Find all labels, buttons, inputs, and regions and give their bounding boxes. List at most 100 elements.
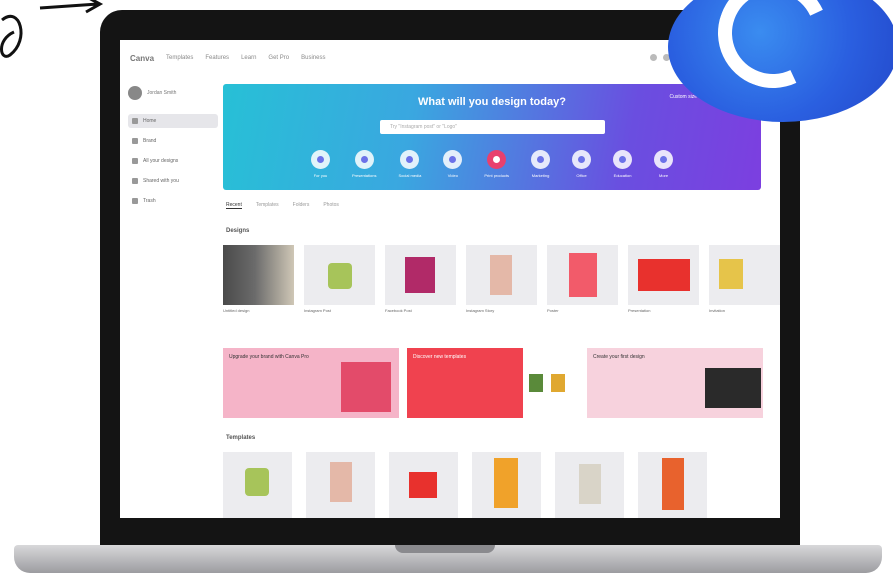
- design-caption: Facebook Post: [385, 308, 412, 313]
- heart-icon: [400, 150, 420, 169]
- design-card[interactable]: Instagram Post: [304, 245, 375, 313]
- sparkle-icon: [311, 150, 330, 169]
- promo-banner-text: Create your first design: [593, 354, 645, 360]
- tab-photos[interactable]: Photos: [323, 202, 339, 209]
- nav-item-learn[interactable]: Learn: [241, 55, 256, 61]
- design-thumbnail: [223, 245, 294, 305]
- folder-icon: [132, 158, 138, 164]
- sidebar-item-trash[interactable]: Trash: [128, 194, 218, 208]
- category-row: For you Presentations Social media Video…: [311, 150, 674, 178]
- avatar: [128, 86, 142, 100]
- book-icon: [613, 150, 633, 169]
- design-card[interactable]: Invitation: [709, 245, 780, 313]
- sidebar-item-shared[interactable]: Shared with you: [128, 174, 218, 188]
- design-card[interactable]: Untitled design: [223, 245, 294, 313]
- hand-drawn-arrow-icon: [0, 0, 104, 58]
- template-card[interactable]: [638, 452, 707, 518]
- tab-folders[interactable]: Folders: [293, 202, 310, 209]
- sidebar: Jordan Smith Home Brand All your designs…: [128, 86, 218, 286]
- promo-banners: Upgrade your brand with Canva Pro Discov…: [223, 348, 763, 418]
- app-logo[interactable]: Canva: [130, 54, 154, 63]
- people-icon: [132, 178, 138, 184]
- laptop-notch: [395, 545, 495, 553]
- category-print[interactable]: Print products: [484, 150, 509, 178]
- sidebar-item-label: Brand: [143, 138, 157, 144]
- template-card[interactable]: [389, 452, 458, 518]
- designs-row: Untitled design Instagram Post Facebook …: [223, 245, 780, 313]
- custom-size-link[interactable]: Custom size: [669, 94, 697, 100]
- category-label: Education: [613, 173, 632, 178]
- sidebar-item-label: Trash: [143, 198, 156, 204]
- nav-item-pro[interactable]: Get Pro: [268, 55, 289, 61]
- category-label: Video: [447, 173, 458, 178]
- sidebar-item-designs[interactable]: All your designs: [128, 154, 218, 168]
- content-tabs: Recent Templates Folders Photos: [226, 202, 339, 209]
- category-label: More: [659, 173, 669, 178]
- category-education[interactable]: Education: [613, 150, 633, 178]
- category-for-you[interactable]: For you: [311, 150, 330, 178]
- presentation-icon: [354, 150, 374, 169]
- nav-item-features[interactable]: Features: [205, 55, 229, 61]
- category-marketing[interactable]: Marketing: [531, 150, 551, 178]
- promo-banner[interactable]: Create your first design: [587, 348, 763, 418]
- sidebar-item-label: All your designs: [143, 158, 179, 164]
- design-card[interactable]: Presentation: [628, 245, 699, 313]
- category-label: Print products: [484, 173, 510, 178]
- hero-banner: What will you design today? Custom size …: [223, 84, 761, 190]
- brand-icon: [132, 138, 138, 144]
- template-card[interactable]: [555, 452, 624, 518]
- design-thumbnail: [709, 245, 780, 305]
- category-video[interactable]: Video: [443, 150, 463, 178]
- category-social-media[interactable]: Social media: [398, 150, 421, 178]
- design-thumbnail: [385, 245, 456, 305]
- design-card[interactable]: Facebook Post: [385, 245, 456, 313]
- design-thumbnail: [547, 245, 618, 305]
- sidebar-item-brand[interactable]: Brand: [128, 134, 218, 148]
- tab-recent[interactable]: Recent: [226, 202, 242, 209]
- promo-banner-text: Upgrade your brand with Canva Pro: [229, 354, 309, 360]
- sidebar-item-label: Home: [143, 118, 157, 124]
- template-card[interactable]: [472, 452, 541, 518]
- sidebar-item-home[interactable]: Home: [128, 114, 218, 128]
- design-caption: Instagram Post: [304, 308, 331, 313]
- design-caption: Presentation: [628, 308, 651, 313]
- tab-templates[interactable]: Templates: [256, 202, 279, 209]
- briefcase-icon: [572, 150, 592, 169]
- design-card[interactable]: Instagram Story: [466, 245, 537, 313]
- design-caption: Invitation: [709, 308, 726, 313]
- search-input[interactable]: Try "Instagram post" or "Logo": [380, 120, 605, 134]
- design-thumbnail: [466, 245, 537, 305]
- category-presentations[interactable]: Presentations: [352, 150, 376, 178]
- category-label: For you: [313, 173, 328, 178]
- design-thumbnail: [304, 245, 375, 305]
- category-label: Social media: [398, 173, 422, 178]
- trash-icon: [132, 198, 138, 204]
- promo-banner[interactable]: Upgrade your brand with Canva Pro: [223, 348, 399, 418]
- category-label: Marketing: [531, 173, 550, 178]
- nav-item-business[interactable]: Business: [301, 55, 325, 61]
- section-title-designs: Designs: [226, 228, 250, 234]
- section-title-templates: Templates: [226, 435, 256, 441]
- design-card[interactable]: Poster: [547, 245, 618, 313]
- category-label: Presentations: [352, 173, 377, 178]
- category-office[interactable]: Office: [572, 150, 592, 178]
- category-more[interactable]: More: [654, 150, 674, 178]
- design-caption: Untitled design: [223, 308, 250, 313]
- sidebar-item-label: Shared with you: [143, 178, 179, 184]
- nav-item-templates[interactable]: Templates: [166, 55, 193, 61]
- profile-name: Jordan Smith: [147, 90, 177, 96]
- template-card[interactable]: [223, 452, 292, 518]
- print-icon: [487, 150, 507, 169]
- home-icon: [132, 118, 138, 124]
- category-label: Office: [576, 173, 587, 178]
- template-card[interactable]: [306, 452, 375, 518]
- profile[interactable]: Jordan Smith: [128, 86, 218, 100]
- megaphone-icon: [531, 150, 551, 169]
- video-icon: [443, 150, 463, 169]
- promo-banner[interactable]: Discover new templates: [407, 348, 579, 418]
- design-caption: Poster: [547, 308, 559, 313]
- design-thumbnail: [628, 245, 699, 305]
- help-icon[interactable]: [650, 54, 657, 61]
- more-icon: [654, 150, 674, 169]
- promo-banner-text: Discover new templates: [413, 354, 467, 360]
